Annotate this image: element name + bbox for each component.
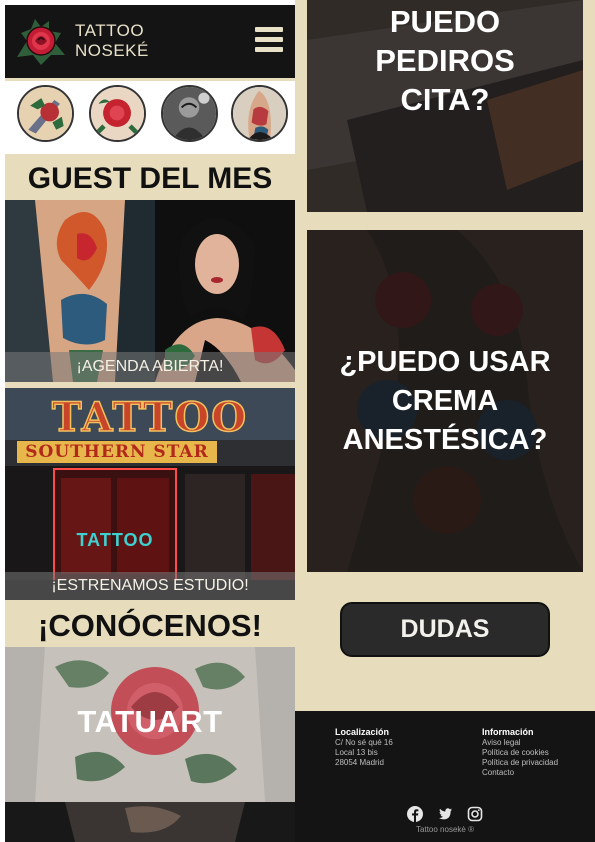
guest-artist-banner[interactable]: ¡AGENDA ABIERTA! <box>5 200 295 382</box>
brand-name[interactable]: TATTOO NOSEKÉ <box>75 21 149 61</box>
faq-anesthetic-line-1: ¿PUEDO USAR <box>339 346 551 378</box>
legal-notice-link[interactable]: Aviso legal <box>482 738 558 748</box>
faq-anesthetic-line-3: ANESTÉSICA? <box>342 424 548 456</box>
studio-sign-top: TATTOO <box>51 393 249 442</box>
thumb-arm-sleeve-tattoo[interactable] <box>231 85 288 142</box>
footer-information: Información Aviso legal Política de cook… <box>482 727 558 778</box>
contact-link[interactable]: Contacto <box>482 768 558 778</box>
tatuart-banner[interactable]: TATUART <box>5 647 295 802</box>
facebook-icon[interactable] <box>406 805 423 822</box>
twitter-icon[interactable] <box>437 806 453 822</box>
faq-appointment-line-1: PUEDO <box>389 4 501 39</box>
site-header: TATTOO NOSEKÉ <box>5 5 295 78</box>
left-column: TATTOO NOSEKÉ GUEST DEL MES ¡AGENDA ABIE… <box>5 5 295 842</box>
address-line-1: C/ No sé qué 16 <box>335 738 393 747</box>
thumb-bw-portrait-tattoo[interactable] <box>161 85 218 142</box>
copyright-text: Tattoo nosekė ® <box>416 825 474 834</box>
about-us-heading: ¡CONÓCENOS! <box>38 608 262 643</box>
dudas-button[interactable]: DUDAS <box>340 602 550 657</box>
studio-sign-bottom: SOUTHERN STAR <box>17 441 217 463</box>
cookie-policy-link[interactable]: Política de cookies <box>482 748 558 758</box>
studio-window-sign: TATTOO <box>76 530 154 550</box>
faq-appointment-line-2: PEDIROS <box>375 43 515 78</box>
faq-card-anesthetic[interactable]: ¿PUEDO USAR CREMA ANESTÉSICA? <box>307 230 583 572</box>
location-heading: Localización <box>335 727 390 737</box>
brand-line-1: TATTOO <box>75 21 145 40</box>
social-links <box>295 805 595 823</box>
faq-anesthetic-text: ¿PUEDO USAR CREMA ANESTÉSICA? <box>307 343 583 460</box>
footer-location: Localización C/ No sé qué 16 Local 13 bi… <box>335 727 393 768</box>
new-studio-banner[interactable]: TATTOO SOUTHERN STAR TATTOO ¡ESTRENAMOS … <box>5 388 295 600</box>
thumb-dagger-tattoo[interactable] <box>17 85 74 142</box>
instagram-icon[interactable] <box>467 806 483 822</box>
gallery-thumbnails <box>5 81 295 154</box>
tatuart-label: TATUART <box>77 704 223 739</box>
address-line-3: 28054 Madrid <box>335 758 384 767</box>
information-heading: Información <box>482 727 534 737</box>
guest-of-month-heading: GUEST DEL MES <box>27 162 273 195</box>
faq-anesthetic-line-2: CREMA <box>391 385 499 417</box>
site-footer: Localización C/ No sé qué 16 Local 13 bi… <box>295 711 595 842</box>
brand-line-2: NOSEKÉ <box>75 41 149 60</box>
next-banner-partial[interactable] <box>5 802 295 842</box>
guest-caption: ¡AGENDA ABIERTA! <box>5 352 295 382</box>
address-line-2: Local 13 bis <box>335 748 378 757</box>
faq-card-appointment[interactable]: PUEDO PEDIROS CITA? <box>307 0 583 212</box>
studio-caption: ¡ESTRENAMOS ESTUDIO! <box>5 572 295 600</box>
faq-appointment-line-3: CITA? <box>400 82 490 117</box>
rose-logo-icon[interactable] <box>11 11 71 71</box>
right-column: PUEDO PEDIROS CITA? ¿PUEDO USAR CREMA AN… <box>295 0 595 842</box>
partial-tattoo-photo <box>5 802 295 842</box>
thumb-rose-tattoo[interactable] <box>89 85 146 142</box>
privacy-policy-link[interactable]: Política de privacidad <box>482 758 558 768</box>
hamburger-menu-icon[interactable] <box>255 27 283 53</box>
faq-appointment-text: PUEDO PEDIROS CITA? <box>307 2 583 119</box>
